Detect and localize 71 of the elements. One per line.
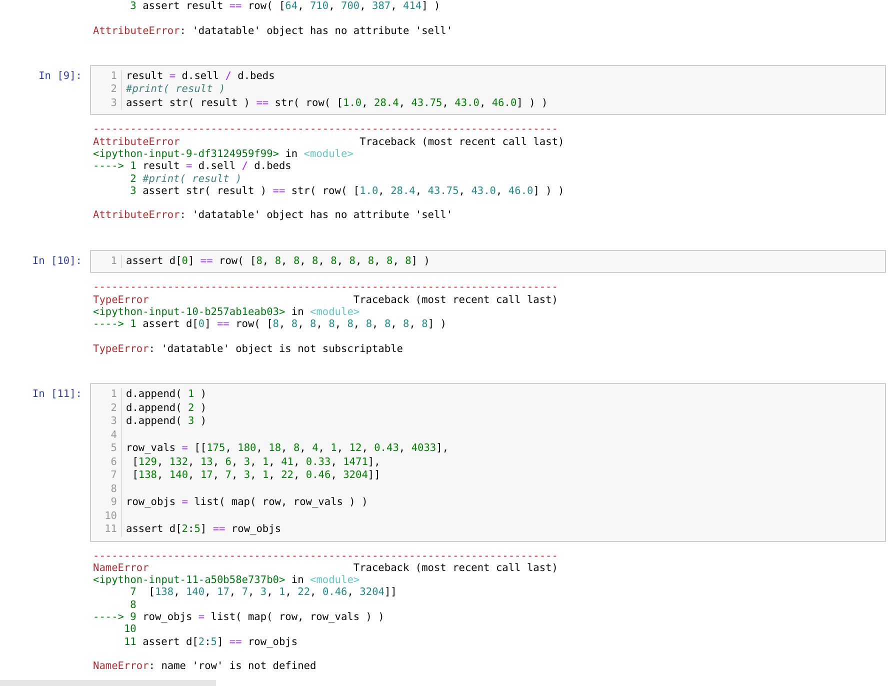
line-number: 5 <box>110 442 117 456</box>
line-number: 8 <box>129 598 136 612</box>
traceback-rule: --------------------------------------------------------------------------- <box>93 281 558 294</box>
code-line: assert d[0] == row( [8, 8, 8, 8, 8, 8, 8, 8, 8] ) <box>126 254 430 268</box>
error-message: AttributeError: 'datatable' object has no attribute 'sell' <box>93 24 454 37</box>
line-number: 3 <box>129 184 136 198</box>
error-type: AttributeError <box>93 136 180 148</box>
code-line: result = d.sell / d.beds <box>126 70 276 84</box>
error-type: TypeError <box>93 294 149 306</box>
line-number: 3 <box>110 415 117 429</box>
code-cell[interactable]: 1 assert d[0] == row( [8, 8, 8, 8, 8, 8, 8, 8, 8] ) <box>90 250 886 274</box>
code-cell[interactable]: 1 2 3 result = d.sell / d.beds #print( result ) assert str( result ) == str( row( [1.0, 28.4, 43.75, 43.0, 46.0] ) ) <box>90 64 886 116</box>
traceback-code: assert result == row( [64, 710, 700, 387, 414] ) <box>142 0 440 12</box>
traceback-title: Traceback (most recent call last) <box>353 294 558 306</box>
line-number: 2 <box>110 83 117 97</box>
error-message: NameError: name 'row' is not defined <box>93 660 318 673</box>
traceback-rule: --------------------------------------------------------------------------- <box>93 123 559 136</box>
traceback-code: #print( result ) <box>142 172 242 185</box>
line-number: 1 <box>129 160 136 173</box>
error-message: TypeError: 'datatable' object is not subscriptable <box>93 342 404 356</box>
line-number: 3 <box>110 96 117 110</box>
line-number: 9 <box>110 496 117 510</box>
line-number: 1 <box>110 254 117 268</box>
line-number: 6 <box>110 456 117 470</box>
traceback-arrow: ----> <box>93 160 124 173</box>
line-number: 10 <box>124 623 136 636</box>
line-number: 4 <box>110 428 117 442</box>
traceback-code: assert d[2:5] == row_objs <box>142 636 298 648</box>
traceback-arrow: ----> <box>93 611 124 624</box>
line-number: 9 <box>129 611 136 624</box>
line-number: 11 <box>124 636 136 648</box>
traceback-code: [138, 140, 17, 7, 3, 1, 22, 0.46, 3204]] <box>148 586 397 599</box>
code-cell[interactable] <box>90 383 886 542</box>
line-number: 1 <box>110 70 117 84</box>
traceback-code: assert str( result ) == str( row( [1.0, 28.4, 43.75, 43.0, 46.0] ) ) <box>142 184 564 198</box>
traceback-rule: --------------------------------------------------------------------------- <box>93 550 558 562</box>
traceback-code: result = d.sell / d.beds <box>142 160 292 173</box>
horizontal-scrollbar[interactable] <box>0 680 216 686</box>
traceback-title: Traceback (most recent call last) <box>360 136 564 148</box>
code-line: d.append( 2 ) <box>126 402 208 416</box>
error-message: AttributeError: 'datatable' object has no attribute 'sell' <box>93 209 454 222</box>
line-number: 7 <box>110 469 117 483</box>
line-number: 10 <box>104 510 117 524</box>
traceback-title: Traceback (most recent call last) <box>353 562 558 574</box>
traceback-location: <ipython-input-9-df3124959f99> in <module> <box>93 148 354 160</box>
traceback-code: assert d[0] == row( [8, 8, 8, 8, 8, 8, 8, 8, 8] ) <box>142 318 446 330</box>
cell-prompt: In [10]: <box>31 254 83 269</box>
code-line: d.append( 3 ) <box>126 415 208 429</box>
code-line: assert str( result ) == str( row( [1.0, 28.4, 43.75, 43.0, 46.0] ) ) <box>126 96 548 110</box>
line-number: 8 <box>110 482 117 496</box>
cell-prompt: In [11]: <box>31 387 83 402</box>
code-line: d.append( 1 ) <box>126 388 208 402</box>
error-type: NameError <box>93 562 149 574</box>
cell-prompt: In [9]: <box>38 68 83 84</box>
line-number: 3 <box>129 0 136 12</box>
traceback-location: <ipython-input-10-b257ab1eab03> in <module> <box>93 306 361 318</box>
line-number: 7 <box>129 586 136 599</box>
code-line: #print( result ) <box>126 83 226 97</box>
traceback-arrow: ----> <box>93 318 124 330</box>
traceback-code: row_objs = list( map( row, row_vals ) ) <box>142 611 384 624</box>
line-number: 1 <box>110 388 117 402</box>
code-line: row_objs = list( map( row, row_vals ) ) <box>126 496 369 510</box>
line-number: 11 <box>104 523 117 537</box>
line-number: 1 <box>129 318 136 330</box>
code-line: row_vals = [[175, 180, 18, 8, 4, 1, 12, 0.43, 4033], <box>126 442 449 456</box>
code-line: [129, 132, 13, 6, 3, 1, 41, 0.33, 1471], <box>131 456 382 470</box>
traceback-location: <ipython-input-11-a50b58e737b0> in <module> <box>93 574 361 586</box>
line-number: 2 <box>110 402 117 416</box>
code-line: [138, 140, 17, 7, 3, 1, 22, 0.46, 3204]] <box>131 469 382 483</box>
line-number: 2 <box>129 172 136 185</box>
code-line: assert d[2:5] == row_objs <box>126 523 282 537</box>
